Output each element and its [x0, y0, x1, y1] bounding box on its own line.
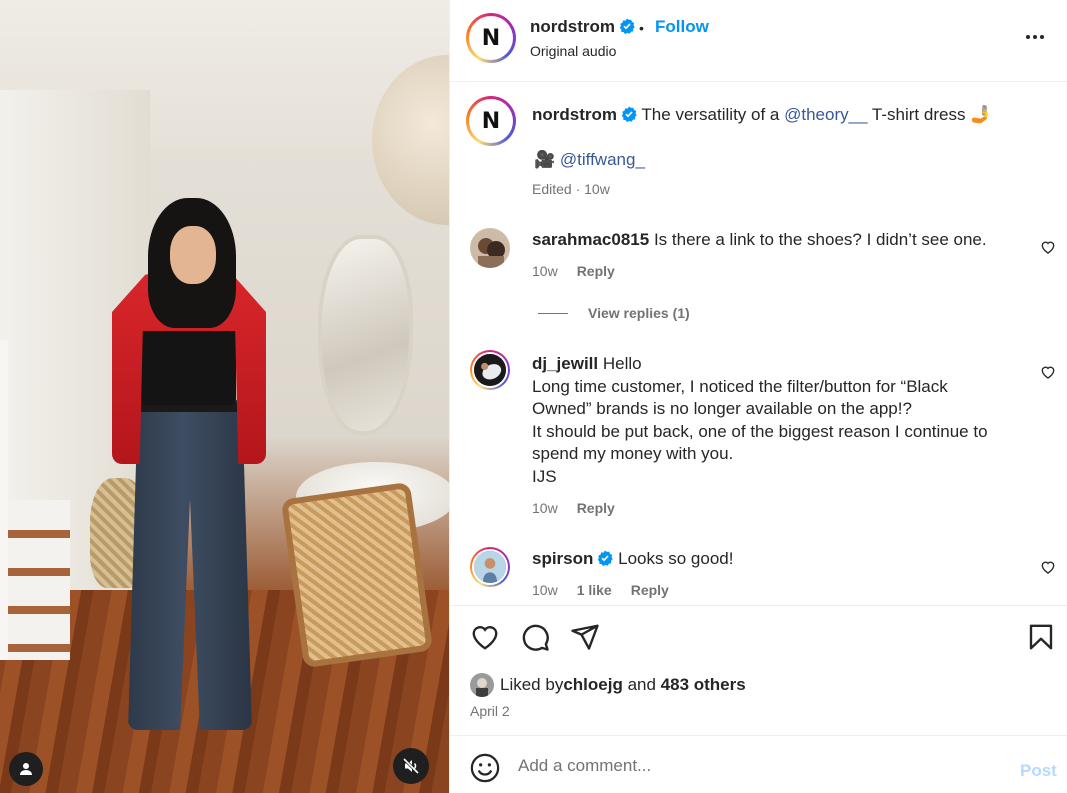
avatar-photo — [472, 352, 508, 388]
caption-username[interactable]: nordstrom — [532, 105, 617, 124]
likes-middle: and — [622, 675, 661, 694]
caption-mention-theory[interactable]: @theory__ — [784, 105, 867, 124]
share-send-icon[interactable] — [570, 622, 600, 652]
post-comment-button[interactable]: Post — [1020, 761, 1057, 781]
user-icon — [20, 763, 32, 775]
selfie-emoji-icon: 🤳 — [970, 105, 992, 124]
verified-badge-icon — [598, 550, 614, 566]
comment-line: It should be put back, one of the bigges… — [532, 421, 988, 441]
likes-others[interactable]: 483 others — [661, 675, 746, 695]
video-camera-icon: 🎥 — [534, 150, 556, 169]
comment-avatar[interactable] — [470, 350, 510, 390]
comment-actions: 10w Reply — [532, 500, 615, 516]
caption-credit-mention[interactable]: @tiffwang_ — [560, 150, 645, 169]
muted-speaker-icon — [402, 757, 420, 775]
comment-input[interactable] — [518, 749, 988, 783]
post-side-panel: N nordstrom • Follow Original audio N no… — [449, 0, 1067, 793]
caption-text: nordstrom The versatility of a @theory__… — [532, 105, 1052, 125]
caption-text-before: The versatility of a — [641, 105, 785, 124]
comment-actions: 10w 1 like Reply — [532, 582, 669, 598]
likes-summary[interactable]: Liked by chloejg and 483 others — [470, 673, 746, 697]
reply-button[interactable]: Reply — [577, 263, 615, 279]
header-separator: • — [639, 20, 644, 36]
author-avatar[interactable]: N — [466, 13, 516, 63]
avatar-photo — [470, 228, 510, 268]
video-railing — [0, 340, 8, 660]
view-replies-line — [538, 312, 568, 314]
post-video[interactable] — [0, 0, 449, 793]
follow-button[interactable]: Follow — [655, 17, 709, 37]
comment-text: dj_jewill Hello Long time customer, I no… — [532, 353, 1022, 488]
liker-avatar — [470, 673, 494, 697]
comment-like-heart-icon[interactable] — [1040, 364, 1056, 380]
like-heart-icon[interactable] — [470, 622, 500, 652]
video-stairs — [0, 500, 70, 660]
post-actions: Liked by chloejg and 483 others April 2 — [450, 605, 1067, 736]
caption-author-avatar[interactable]: N — [466, 96, 516, 146]
comment-line: Long time customer, I noticed the filter… — [532, 376, 948, 396]
view-replies-button[interactable]: View replies (1) — [538, 305, 690, 321]
comment-username[interactable]: sarahmac0815 — [532, 230, 649, 249]
comment-body: Is there a link to the shoes? I didn’t s… — [653, 230, 987, 249]
comment-username[interactable]: dj_jewill — [532, 354, 598, 373]
view-replies-label: View replies (1) — [588, 305, 690, 321]
comment-avatar[interactable] — [470, 547, 510, 587]
avatar-photo — [472, 549, 508, 585]
mute-button[interactable] — [393, 748, 429, 784]
more-horizontal-icon — [1026, 35, 1030, 39]
comment-like-count[interactable]: 1 like — [577, 582, 612, 598]
comment-body: Hello — [602, 354, 642, 373]
post-dialog: N nordstrom • Follow Original audio N no… — [0, 0, 1067, 793]
nordstrom-logo: N — [472, 102, 510, 140]
comment-like-heart-icon[interactable] — [1040, 559, 1056, 575]
comment-line: Owned” brands is no longer available on … — [532, 399, 912, 418]
comment-line: spend my money with you. — [532, 444, 734, 463]
comment-like-heart-icon[interactable] — [1040, 239, 1056, 255]
comment-bubble-icon[interactable] — [520, 622, 550, 652]
comment-actions: 10w Reply — [532, 263, 615, 279]
save-bookmark-icon[interactable] — [1026, 622, 1056, 652]
original-audio-link[interactable]: Original audio — [530, 43, 616, 59]
tagged-users-button[interactable] — [9, 752, 43, 786]
likes-prefix: Liked by — [500, 675, 564, 694]
video-mirror — [318, 235, 413, 435]
emoji-icon[interactable] — [470, 753, 500, 783]
verified-badge-icon — [619, 18, 635, 34]
likes-user[interactable]: chloejg — [563, 675, 623, 695]
comment-text: sarahmac0815 Is there a link to the shoe… — [532, 229, 1022, 252]
post-header: N nordstrom • Follow Original audio — [450, 0, 1067, 82]
more-options-button[interactable] — [1026, 26, 1052, 48]
video-person-face — [170, 226, 216, 284]
caption-meta: Edited · 10w — [532, 181, 610, 197]
comment-time: 10w — [532, 582, 558, 598]
caption-credit: 🎥 @tiffwang_ — [534, 150, 645, 170]
add-comment-bar: Post — [450, 737, 1067, 793]
video-chair — [280, 481, 434, 669]
author-username-row[interactable]: nordstrom — [530, 17, 635, 37]
author-username[interactable]: nordstrom — [530, 17, 615, 36]
nordstrom-logo: N — [472, 19, 510, 57]
reply-button[interactable]: Reply — [577, 500, 615, 516]
caption-text-after: T-shirt dress — [867, 105, 966, 124]
comment-text: spirson Looks so good! — [532, 548, 1022, 571]
comment-line: IJS — [532, 466, 557, 486]
comment-avatar[interactable] — [470, 228, 510, 268]
comment-time: 10w — [532, 263, 558, 279]
comment-body: Looks so good! — [618, 549, 734, 568]
reply-button[interactable]: Reply — [631, 582, 669, 598]
post-date[interactable]: April 2 — [470, 703, 510, 719]
verified-badge-icon — [621, 106, 637, 122]
comment-username[interactable]: spirson — [532, 549, 593, 568]
comment-time: 10w — [532, 500, 558, 516]
